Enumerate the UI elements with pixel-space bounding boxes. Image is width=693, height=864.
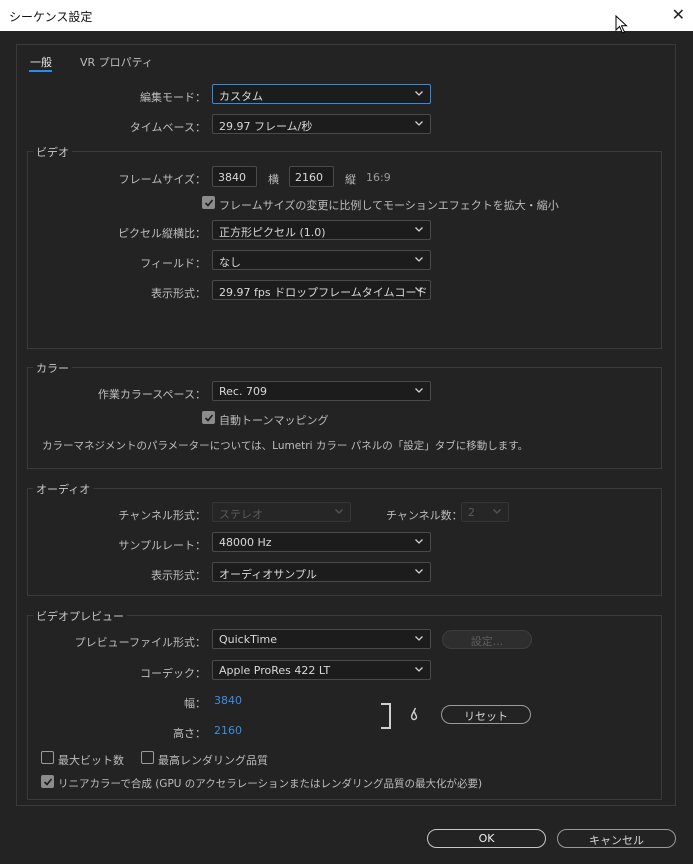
audio-display-format-label: 表示形式： [151,569,206,582]
max-bit-depth-checkbox[interactable] [41,751,54,764]
checkmark-icon [43,778,53,786]
ok-button[interactable]: OK [427,829,546,848]
color-management-note: カラーマネジメントのパラメーターについては、Lumetri カラー パネルの「設… [42,440,529,452]
chevron-down-icon [414,664,424,674]
field-value: なし [219,256,241,269]
linear-color-label: リニアカラーで合成 (GPU のアクセラレーションまたはレンダリング品質の最大化… [58,778,483,790]
video-preview-legend: ビデオプレビュー [33,608,127,624]
checkmark-icon [204,414,214,422]
horizontal-label: 横 [268,173,279,186]
frame-width-input[interactable]: 3840 [212,166,257,187]
chevron-down-icon [414,566,424,576]
working-color-space-value: Rec. 709 [219,385,267,398]
field-label: フィールド： [140,257,206,270]
preview-file-format-label: プレビューファイル形式： [74,636,206,649]
video-display-format-value: 29.97 fps ドロップフレームタイムコード [219,286,428,299]
window-title: シーケンス設定 [9,10,93,24]
link-icon[interactable] [408,705,420,723]
pixel-aspect-value: 正方形ピクセル (1.0) [219,226,326,239]
timebase-value: 29.97 フレーム/秒 [219,120,313,133]
codec-value: Apple ProRes 422 LT [219,664,331,677]
audio-legend: オーディオ [33,481,94,497]
color-legend: カラー [33,360,72,376]
max-render-quality-checkbox[interactable] [141,751,154,764]
reset-button[interactable]: リセット [441,705,531,724]
preview-width-label: 幅： [184,697,206,710]
sample-rate-label: サンプルレート： [118,539,206,552]
preview-height-label: 高さ： [173,727,206,740]
video-display-format-dropdown[interactable]: 29.97 fps ドロップフレームタイムコード [212,280,431,300]
chevron-down-icon [414,88,424,98]
preview-height-value[interactable]: 2160 [214,724,242,737]
sample-rate-dropdown[interactable]: 48000 Hz [212,532,431,552]
frame-height-input[interactable]: 2160 [289,166,334,187]
frame-size-label: フレームサイズ： [118,173,206,186]
dimension-link-bracket [381,703,391,729]
preview-file-format-value: QuickTime [219,633,278,646]
field-dropdown[interactable]: なし [212,250,431,270]
tab-general[interactable]: 一般 [30,54,52,70]
chevron-down-icon [334,506,344,516]
checkmark-icon [204,199,214,207]
chevron-down-icon [492,506,502,516]
preview-settings-button[interactable]: 設定... [442,630,532,649]
edit-mode-value: カスタム [219,90,263,103]
preview-width-value[interactable]: 3840 [214,694,242,707]
timebase-label: タイムベース： [129,121,206,134]
timebase-dropdown[interactable]: 29.97 フレーム/秒 [212,114,431,134]
aspect-ratio: 16:9 [366,171,391,184]
pixel-aspect-dropdown[interactable]: 正方形ピクセル (1.0) [212,220,431,240]
chevron-down-icon [414,224,424,234]
cancel-button[interactable]: キャンセル [557,829,676,848]
linear-color-checkbox[interactable] [41,775,54,788]
chevron-down-icon [414,254,424,264]
video-display-format-label: 表示形式： [151,287,206,300]
codec-label: コーデック： [140,667,206,680]
chevron-down-icon [414,118,424,128]
channel-count-dropdown[interactable]: 2 [461,502,509,522]
edit-mode-label: 編集モード： [140,91,206,104]
chevron-down-icon [414,536,424,546]
working-color-space-dropdown[interactable]: Rec. 709 [212,381,431,401]
auto-tone-mapping-label: 自動トーンマッピング [219,414,329,427]
channel-count-value: 2 [468,506,475,519]
audio-display-format-value: オーディオサンプル [219,568,317,581]
chevron-down-icon [414,385,424,395]
pixel-aspect-label: ピクセル縦横比： [118,227,206,240]
max-bit-depth-label: 最大ビット数 [58,754,124,767]
auto-tone-mapping-checkbox[interactable] [202,411,215,424]
audio-display-format-dropdown[interactable]: オーディオサンプル [212,562,431,582]
preview-file-format-dropdown[interactable]: QuickTime [212,629,431,649]
working-color-space-label: 作業カラースペース： [97,388,206,401]
max-render-quality-label: 最高レンダリング品質 [158,754,268,767]
channel-format-label: チャンネル形式： [118,509,206,522]
vertical-label: 縦 [345,173,356,186]
sample-rate-value: 48000 Hz [219,536,272,549]
scale-motion-label: フレームサイズの変更に比例してモーションエフェクトを拡大・縮小 [219,199,559,212]
title-bar: シーケンス設定 ✕ [0,0,693,31]
video-legend: ビデオ [33,144,72,160]
channel-format-value: ステレオ [219,508,263,521]
scale-motion-checkbox[interactable] [202,196,215,209]
codec-dropdown[interactable]: Apple ProRes 422 LT [212,660,431,680]
edit-mode-dropdown[interactable]: カスタム [212,84,431,104]
tab-vr-properties[interactable]: VR プロパティ [80,54,153,70]
close-icon[interactable]: ✕ [672,5,685,24]
chevron-down-icon [414,284,424,294]
mouse-cursor-icon [615,15,628,34]
active-tab-indicator [29,70,52,72]
channel-count-label: チャンネル数： [386,509,463,522]
channel-format-dropdown[interactable]: ステレオ [212,502,351,522]
chevron-down-icon [414,633,424,643]
